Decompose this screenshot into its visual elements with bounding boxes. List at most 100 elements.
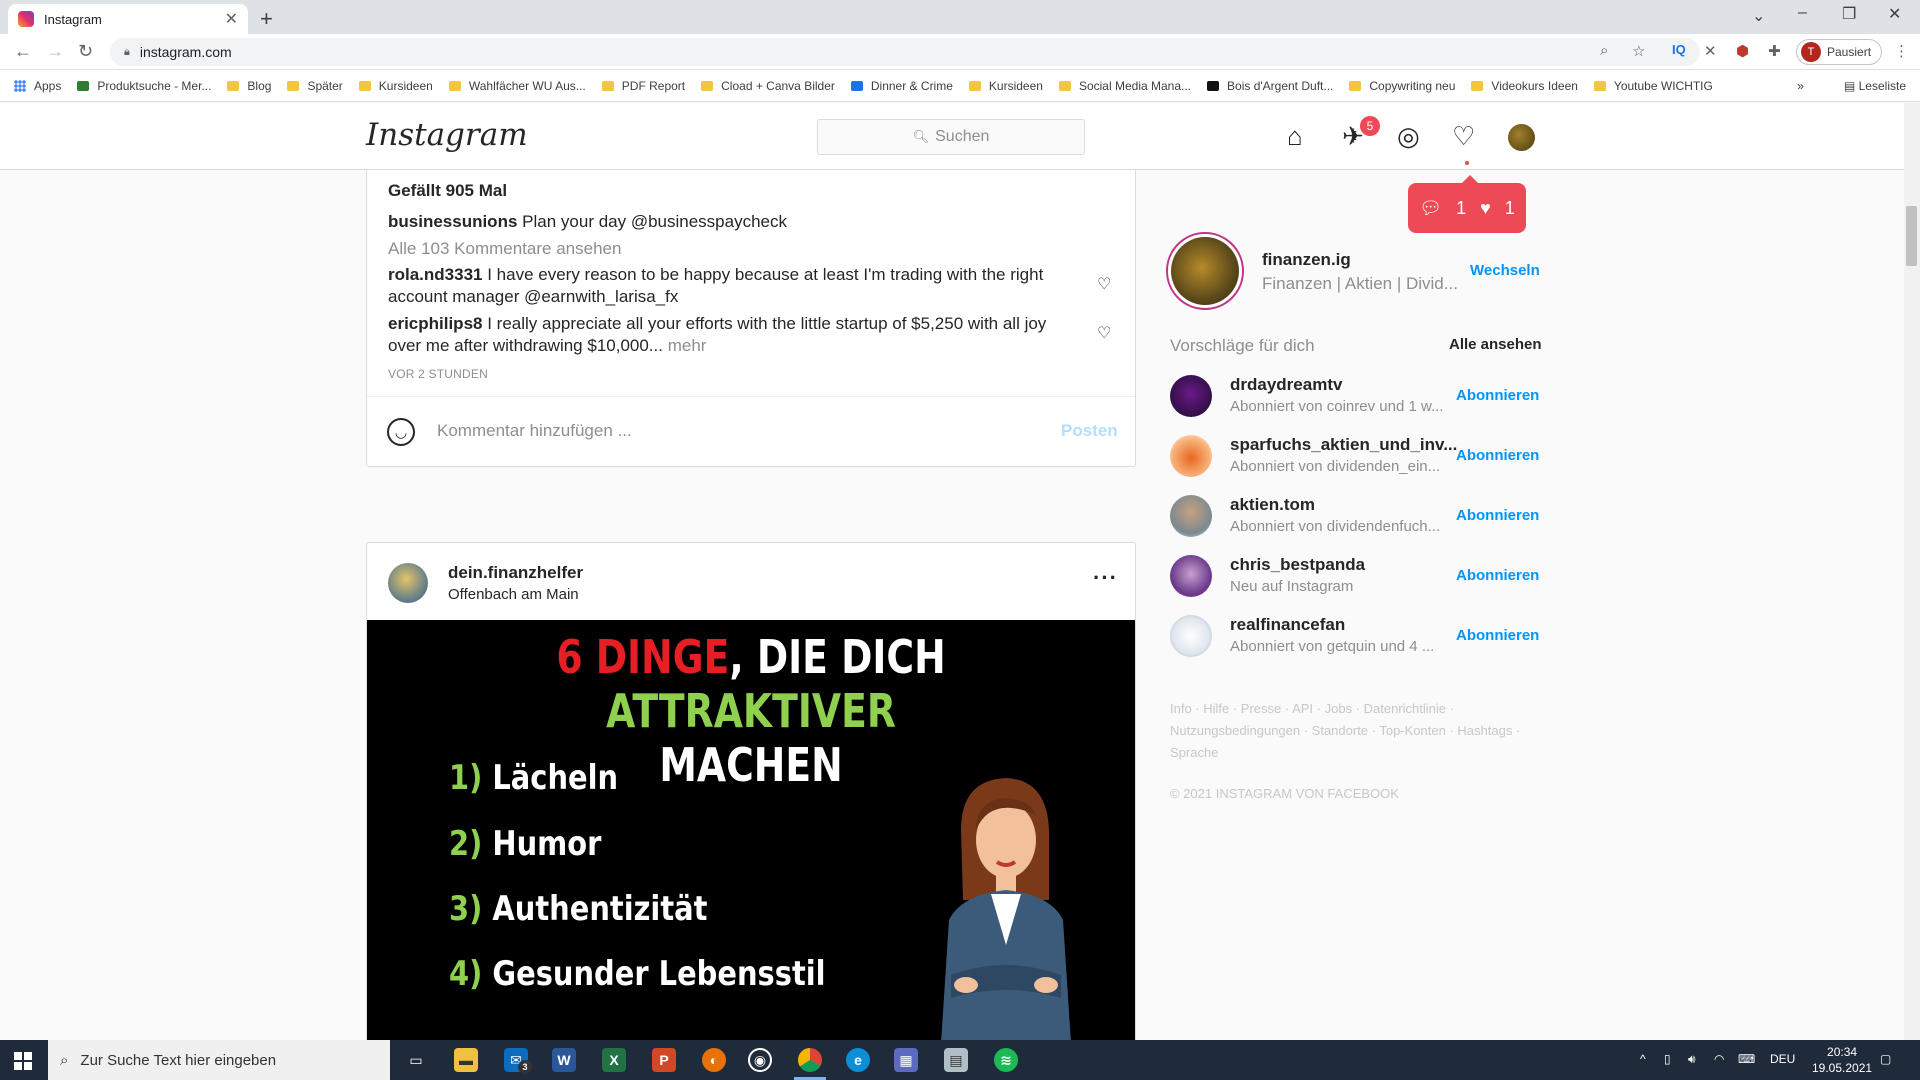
post-username[interactable]: dein.finanzhelfer bbox=[448, 563, 583, 583]
follow-button[interactable]: Abonnieren bbox=[1456, 387, 1539, 404]
chrome-icon[interactable] bbox=[798, 1048, 822, 1072]
bookmark-item[interactable]: PDF Report bbox=[601, 79, 685, 93]
back-icon[interactable]: ← bbox=[14, 41, 32, 62]
more-link[interactable]: mehr bbox=[668, 336, 707, 355]
switch-account-button[interactable]: Wechseln bbox=[1470, 262, 1540, 279]
address-bar[interactable]: 🔒︎ instagram.com bbox=[110, 38, 1700, 66]
task-view-icon[interactable]: ▭ bbox=[404, 1048, 428, 1072]
bookmark-item[interactable]: Youtube WICHTIG bbox=[1593, 79, 1713, 93]
bookmark-item[interactable]: Copywriting neu bbox=[1349, 79, 1455, 93]
forward-icon[interactable]: → bbox=[46, 41, 64, 62]
post-comment-button[interactable]: Posten bbox=[1061, 421, 1118, 441]
search-input[interactable]: 🔍︎ Suchen bbox=[817, 119, 1085, 155]
tab-search-icon[interactable]: ⌄ bbox=[1752, 6, 1765, 26]
obs-icon[interactable]: ◉ bbox=[748, 1048, 772, 1072]
close-tab-icon[interactable]: ✕ bbox=[225, 9, 238, 29]
suggestion-username[interactable]: drdaydreamtv bbox=[1230, 375, 1342, 395]
notifications-icon[interactable]: ▢ bbox=[1880, 1052, 1891, 1066]
zoom-icon[interactable]: ⌕ bbox=[1600, 42, 1608, 59]
bookmark-star-icon[interactable]: ☆ bbox=[1632, 42, 1645, 60]
avatar[interactable] bbox=[1170, 375, 1212, 417]
suggestion-username[interactable]: sparfuchs_aktien_und_inv... bbox=[1230, 435, 1457, 455]
file-explorer-icon[interactable]: ▬ bbox=[454, 1048, 478, 1072]
bookmark-item[interactable]: Blog bbox=[227, 79, 271, 93]
profile-button[interactable]: T Pausiert bbox=[1796, 39, 1882, 65]
app-icon[interactable]: ▦ bbox=[894, 1048, 918, 1072]
reload-icon[interactable]: ↻ bbox=[78, 41, 93, 62]
minimize-window-button[interactable]: – bbox=[1798, 4, 1807, 22]
bookmark-item[interactable]: Später bbox=[287, 79, 343, 93]
tray-expand-icon[interactable]: ^ bbox=[1640, 1052, 1646, 1066]
battery-icon[interactable]: ▯ bbox=[1664, 1052, 1671, 1066]
instagram-logo[interactable]: Instagram bbox=[366, 117, 528, 153]
taskbar-search-input[interactable]: ⌕ Zur Suche Text hier eingeben bbox=[48, 1040, 390, 1080]
post-timestamp[interactable]: VOR 2 STUNDEN bbox=[388, 367, 488, 381]
bookmark-item[interactable]: Videokurs Ideen bbox=[1471, 79, 1578, 93]
see-all-suggestions-link[interactable]: Alle ansehen bbox=[1449, 336, 1542, 353]
bookmark-item[interactable]: Kursideen bbox=[968, 79, 1043, 93]
bookmark-item[interactable]: Wahlfächer WU Aus... bbox=[448, 79, 586, 93]
home-icon[interactable]: ⌂ bbox=[1287, 121, 1303, 152]
emoji-smile-icon[interactable]: ◡ bbox=[387, 418, 415, 446]
more-bookmarks-icon[interactable]: » bbox=[1797, 79, 1804, 93]
language-indicator[interactable]: DEU bbox=[1770, 1052, 1795, 1066]
current-user-avatar[interactable] bbox=[1166, 232, 1244, 310]
post-location[interactable]: Offenbach am Main bbox=[448, 586, 579, 603]
follow-button[interactable]: Abonnieren bbox=[1456, 447, 1539, 464]
windows-start-icon[interactable] bbox=[14, 1052, 32, 1070]
bookmark-item[interactable]: Social Media Mana... bbox=[1058, 79, 1191, 93]
network-icon[interactable]: ◠ bbox=[1714, 1052, 1724, 1066]
notepad-icon[interactable]: ▤ bbox=[944, 1048, 968, 1072]
browser-tab-instagram[interactable]: Instagram ✕ bbox=[8, 4, 248, 34]
footer-links[interactable]: Info · Hilfe · Presse · API · Jobs · Dat… bbox=[1170, 698, 1536, 764]
extensions-puzzle-icon[interactable]: ✚ bbox=[1768, 42, 1781, 60]
comment-like-heart-icon[interactable]: ♡ bbox=[1097, 323, 1111, 343]
close-window-button[interactable]: ✕ bbox=[1888, 4, 1901, 24]
powerpoint-icon[interactable]: P bbox=[652, 1048, 676, 1072]
bookmark-item[interactable]: Dinner & Crime bbox=[850, 79, 953, 93]
avatar[interactable] bbox=[1170, 555, 1212, 597]
scrollbar-thumb[interactable] bbox=[1906, 206, 1917, 266]
caption-username[interactable]: businessunions bbox=[388, 212, 517, 231]
comment-username[interactable]: rola.nd3331 bbox=[388, 265, 483, 284]
new-tab-button[interactable]: + bbox=[260, 6, 273, 32]
volume-icon[interactable]: 🔊︎ bbox=[1688, 1052, 1696, 1067]
bookmark-item[interactable]: Bois d'Argent Duft... bbox=[1207, 79, 1333, 93]
follow-button[interactable]: Abonnieren bbox=[1456, 567, 1539, 584]
avatar[interactable] bbox=[388, 563, 428, 603]
edge-icon[interactable]: e bbox=[846, 1048, 870, 1072]
current-username[interactable]: finanzen.ig bbox=[1262, 250, 1351, 270]
suggestion-username[interactable]: realfinancefan bbox=[1230, 615, 1345, 635]
excel-icon[interactable]: X bbox=[602, 1048, 626, 1072]
explore-compass-icon[interactable]: ◎ bbox=[1397, 121, 1420, 152]
more-options-icon[interactable]: ··· bbox=[1093, 565, 1118, 591]
view-all-comments-link[interactable]: Alle 103 Kommentare ansehen bbox=[388, 239, 621, 259]
taskbar-clock[interactable]: 20:34 19.05.2021 bbox=[1812, 1044, 1872, 1076]
bookmark-apps[interactable]: Apps bbox=[14, 79, 61, 93]
extension-pin-icon[interactable]: ✕ bbox=[1704, 42, 1717, 60]
keyboard-icon[interactable]: ⌨ bbox=[1738, 1052, 1755, 1066]
browser-menu-icon[interactable]: ⋮ bbox=[1894, 42, 1909, 60]
restore-window-button[interactable]: ❐ bbox=[1842, 4, 1856, 24]
bookmark-item[interactable]: Cload + Canva Bilder bbox=[701, 79, 835, 93]
comment-input[interactable]: Kommentar hinzufügen ... bbox=[437, 421, 632, 441]
comment-like-heart-icon[interactable]: ♡ bbox=[1097, 274, 1111, 294]
spotify-icon[interactable]: ≋ bbox=[994, 1048, 1018, 1072]
bookmark-item[interactable]: Kursideen bbox=[358, 79, 433, 93]
avatar[interactable] bbox=[1170, 435, 1212, 477]
comment-username[interactable]: ericphilips8 bbox=[388, 314, 482, 333]
word-icon[interactable]: W bbox=[552, 1048, 576, 1072]
avatar[interactable] bbox=[1508, 124, 1535, 151]
avatar[interactable] bbox=[1170, 615, 1212, 657]
activity-notification-popup[interactable]: 💬︎ 1 ♥ 1 bbox=[1408, 175, 1526, 233]
suggestion-username[interactable]: aktien.tom bbox=[1230, 495, 1315, 515]
bookmark-item[interactable]: Produktsuche - Mer... bbox=[77, 79, 211, 93]
activity-heart-icon[interactable]: ♡ bbox=[1452, 121, 1475, 152]
follow-button[interactable]: Abonnieren bbox=[1456, 507, 1539, 524]
post-image[interactable]: 6 DINGE, DIE DICH ATTRAKTIVER MACHEN 1) … bbox=[367, 620, 1135, 1043]
adblock-icon[interactable]: ⬢ bbox=[1736, 42, 1749, 60]
reading-list[interactable]: » ▤ Leseliste bbox=[1797, 79, 1906, 93]
extension-iq-icon[interactable]: IQ bbox=[1672, 42, 1686, 57]
like-count-text[interactable]: Gefällt 905 Mal bbox=[388, 181, 507, 201]
app-icon[interactable]: ◐ bbox=[702, 1048, 726, 1072]
